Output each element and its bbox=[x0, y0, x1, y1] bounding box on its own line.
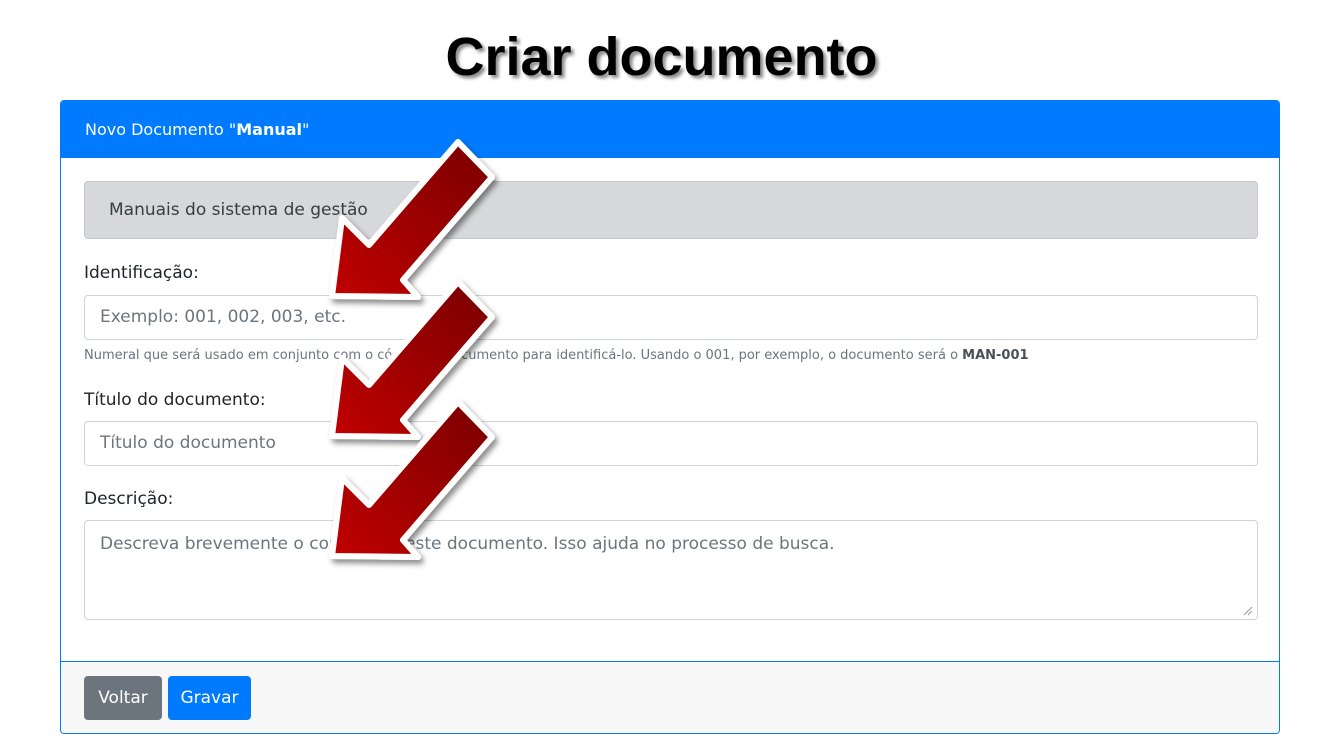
annotation-arrows bbox=[329, 139, 495, 560]
red-arrow-icon bbox=[329, 139, 495, 300]
slide: Criar documento Novo Documento "Manual" … bbox=[0, 0, 1323, 744]
